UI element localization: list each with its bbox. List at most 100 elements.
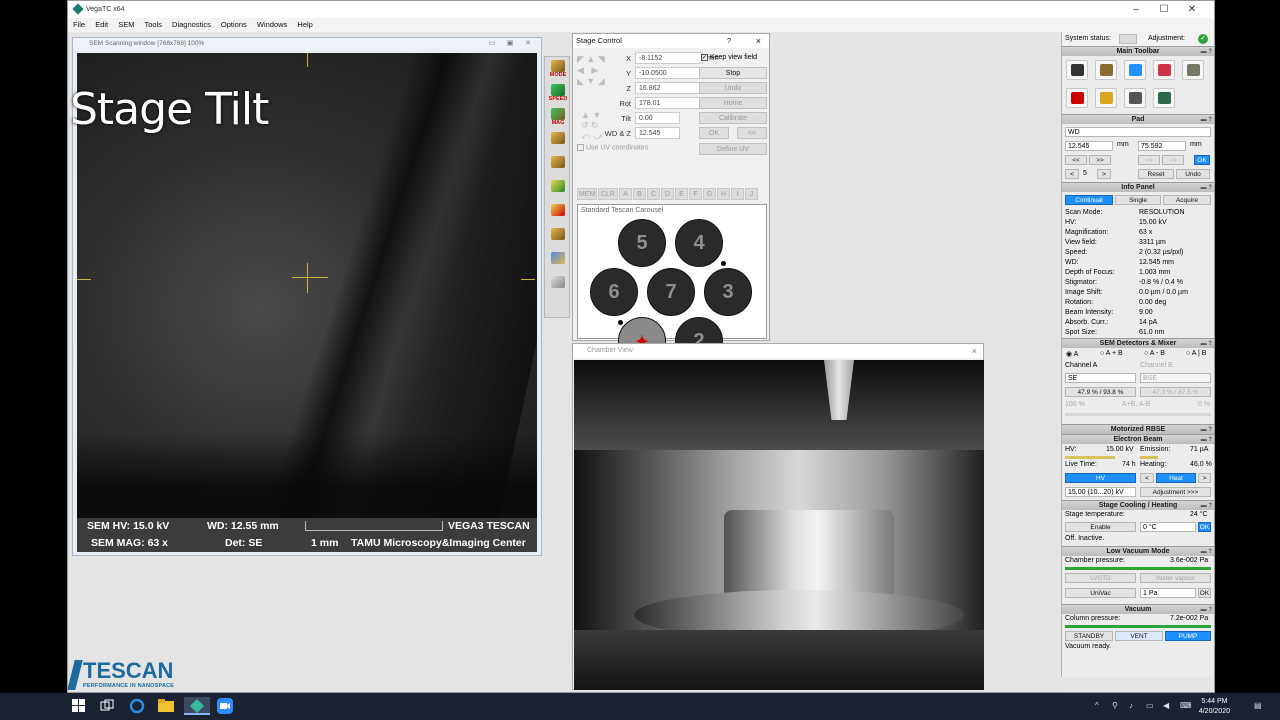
channel-a-select[interactable]: SE [1065, 373, 1136, 383]
vent-button[interactable]: VENT [1115, 631, 1163, 641]
stage-close-icon[interactable]: × [756, 34, 761, 48]
pad-value-2[interactable]: 75.592 [1138, 141, 1186, 151]
beam-adjustment-button[interactable]: Adjustment >>> [1140, 487, 1211, 497]
chat-tool[interactable] [1124, 60, 1146, 80]
auto-tool[interactable] [547, 203, 569, 225]
pad-reset-button[interactable]: Reset [1138, 169, 1174, 179]
zoom-app-icon[interactable] [216, 697, 236, 715]
electron-beam-header[interactable]: Electron Beam ▬ ? [1062, 434, 1214, 444]
axis-y-input[interactable]: -10.0500 [635, 67, 703, 79]
system-clock[interactable]: 5:44 PM 4/20/2020 [1199, 697, 1230, 717]
keep-view-field-checkbox[interactable]: ✓ Keep view field [701, 52, 757, 64]
tab-single[interactable]: Single [1115, 195, 1161, 205]
mem-f[interactable]: F [689, 188, 702, 200]
menu-windows[interactable]: Windows [257, 20, 287, 29]
tray-volume-icon[interactable]: ♪ [1129, 701, 1139, 711]
menu-help[interactable]: Help [297, 20, 312, 29]
low-vacuum-header[interactable]: Low Vacuum Mode ▬ ? [1062, 546, 1214, 556]
mode-aorb-radio[interactable]: ○ A | B [1186, 350, 1206, 357]
transfer-button[interactable]: << [737, 127, 767, 139]
mode-a-radio[interactable]: ◉ A [1066, 350, 1078, 358]
mem-c[interactable]: C [647, 188, 660, 200]
sem-minimize-icon[interactable]: ▭ [483, 39, 501, 47]
cooling-ok-button[interactable]: OK [1198, 522, 1211, 532]
contrast-tool[interactable] [547, 251, 569, 273]
mix-slider[interactable] [1065, 413, 1211, 416]
menu-options[interactable]: Options [221, 20, 247, 29]
carousel-slot-7[interactable]: 7 [647, 268, 695, 316]
focus-tool[interactable] [547, 155, 569, 177]
measure-tool[interactable] [1066, 88, 1088, 108]
step-up-button[interactable]: > [1097, 169, 1111, 179]
edge-browser-icon[interactable] [128, 697, 148, 715]
mem-b[interactable]: B [633, 188, 646, 200]
axis-tilt-input[interactable]: 0.00 [635, 112, 680, 124]
sem-restore-icon[interactable]: ▣ [501, 39, 519, 47]
wand-tool[interactable] [1095, 88, 1117, 108]
scan-tool[interactable] [547, 275, 569, 297]
vegatc-taskbar-icon[interactable] [184, 697, 210, 715]
clr-button[interactable]: CLR [598, 188, 618, 200]
image-tool[interactable] [1153, 60, 1175, 80]
mem-a[interactable]: A [619, 188, 632, 200]
pad-prev-button[interactable]: << [1065, 155, 1087, 165]
vacuum-header[interactable]: Vacuum ▬ ? [1062, 604, 1214, 614]
channel-b-select[interactable]: BSE [1140, 373, 1211, 383]
tray-speaker-icon[interactable]: ◀ [1163, 701, 1173, 711]
close-icon[interactable]: ✕ [1178, 1, 1206, 18]
brush-tool[interactable] [1124, 88, 1146, 108]
calibrate-button[interactable]: Calibrate [699, 112, 767, 124]
notifications-icon[interactable]: ▤ [1254, 701, 1264, 711]
mem-g[interactable]: G [703, 188, 716, 200]
use-uv-checkbox[interactable]: Use UV coordinates [577, 144, 648, 151]
tray-usb-icon[interactable]: ⚲ [1112, 701, 1122, 711]
hv-button[interactable]: HV [1065, 473, 1136, 483]
stig-tool[interactable] [547, 179, 569, 201]
cooling-setpoint[interactable]: 0 °C [1140, 522, 1196, 532]
pad-ok-button[interactable]: OK [1194, 155, 1210, 165]
pad-mode-select[interactable]: WD [1065, 127, 1211, 137]
channel-b-levels[interactable]: 47.3 % / 87.5 % [1140, 387, 1211, 397]
mem-j[interactable]: J [745, 188, 758, 200]
tab-continual[interactable]: Continual [1065, 195, 1113, 205]
undo-button[interactable]: Undo [699, 82, 767, 94]
pad-undo-button[interactable]: Undo [1176, 169, 1210, 179]
minimize-icon[interactable]: – [1122, 1, 1150, 18]
tray-chevron-icon[interactable]: ^ [1095, 701, 1105, 711]
menu-tools[interactable]: Tools [144, 20, 162, 29]
axis-rot-input[interactable]: 178.01 [635, 97, 703, 109]
cooling-header[interactable]: Stage Cooling / Heating ▬ ? [1062, 500, 1214, 510]
pad-value-1[interactable]: 12.545 [1065, 141, 1113, 151]
chamber-close-icon[interactable]: × [972, 344, 977, 358]
pad-next-2-button[interactable]: >> [1162, 155, 1184, 165]
axis-wd-input[interactable]: 12.545 [635, 127, 680, 139]
lv-ok-button[interactable]: OK [1198, 588, 1211, 598]
speed-tool[interactable]: SPEED [547, 83, 569, 105]
standby-button[interactable]: STANDBY [1065, 631, 1113, 641]
mem-h[interactable]: H [717, 188, 730, 200]
info-panel-header[interactable]: Info Panel ▬ ? [1062, 182, 1214, 192]
axis-z-input[interactable]: 16.862 [635, 82, 703, 94]
maximize-icon[interactable]: ☐ [1150, 1, 1178, 18]
sem-image-tool[interactable] [1066, 60, 1088, 80]
hat-tool[interactable] [1095, 60, 1117, 80]
home-button[interactable]: Home [699, 97, 767, 109]
mem-d[interactable]: D [661, 188, 674, 200]
lv-setpoint[interactable]: 1 Pa [1140, 588, 1196, 598]
windows-start-icon[interactable] [70, 697, 90, 715]
channel-a-levels[interactable]: 47.9 % / 93.8 % [1065, 387, 1136, 397]
detectors-header[interactable]: SEM Detectors & Mixer ▬ ? [1062, 338, 1214, 348]
ok-button[interactable]: OK [699, 127, 729, 139]
mode-apb-radio[interactable]: ○ A + B [1100, 350, 1123, 357]
wd-tool[interactable] [547, 131, 569, 153]
heat-down-button[interactable]: < [1140, 473, 1154, 483]
pump-button[interactable]: PUMP [1165, 631, 1211, 641]
heat-button[interactable]: Heat [1156, 473, 1196, 483]
carousel-slot-3[interactable]: 3 [704, 268, 752, 316]
menu-file[interactable]: File [73, 20, 85, 29]
mem-button[interactable]: MEM [577, 188, 597, 200]
main-toolbar-header[interactable]: Main Toolbar ▬ ? [1062, 46, 1214, 56]
window-tool[interactable] [1153, 88, 1175, 108]
cooling-enable-button[interactable]: Enable [1065, 522, 1136, 532]
menu-edit[interactable]: Edit [95, 20, 108, 29]
